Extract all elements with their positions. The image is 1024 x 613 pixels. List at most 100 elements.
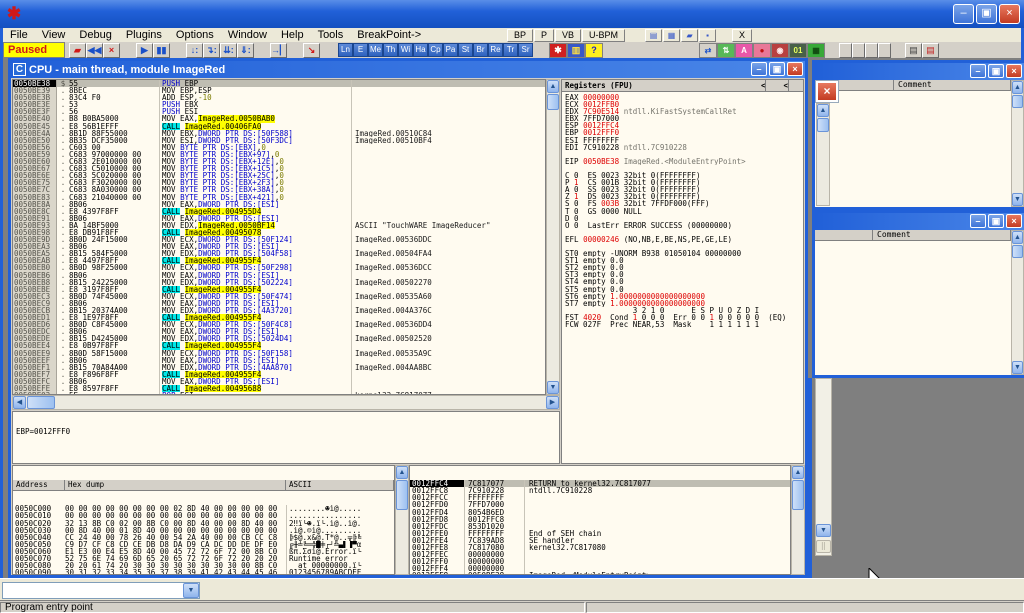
disasm-row[interactable]: 0050BE93.BA 14BF5000MOV EDX,ImageRed.005…: [13, 222, 545, 229]
assembler-icon[interactable]: A: [735, 43, 753, 58]
stack-row[interactable]: 0012FFE47C839AD8SE handler: [410, 537, 790, 544]
comment-window-2-titlebar[interactable]: – ▣ ×: [815, 213, 1024, 230]
disasm-row[interactable]: 0050BE38$55PUSH EBP: [13, 80, 545, 87]
open-file-icon[interactable]: ▰: [69, 43, 86, 58]
stack-row[interactable]: 0012FFF000000000: [410, 558, 790, 565]
stack-row[interactable]: 0012FFD07FFD7000: [410, 501, 790, 508]
dump-row[interactable]: 0050C01000 00 00 00 00 00 00 00 00 00 00…: [13, 512, 394, 519]
disasm-row[interactable]: 0050BEF1.8B15 70A84A00MOV EDX,DWORD PTR …: [13, 364, 545, 371]
stack-row[interactable]: 0012FFEC00000000: [410, 551, 790, 558]
disasm-row[interactable]: 0050BEBE.E8 3197F8FFCALL ImageRed.004955…: [13, 286, 545, 293]
minimize-button[interactable]: –: [970, 64, 986, 78]
scroll-up-icon[interactable]: ▲: [1012, 231, 1023, 244]
view-button-th[interactable]: Th: [383, 43, 398, 57]
disasm-row[interactable]: 0050BEC3.8B0D 74F45000MOV ECX,DWORD PTR …: [13, 293, 545, 300]
disasm-row[interactable]: 0050BED1.E8 1E97F8FFCALL ImageRed.004955…: [13, 314, 545, 321]
scroll-thumb[interactable]: [27, 396, 55, 409]
stack-row[interactable]: 0012FFD48054B6ED: [410, 509, 790, 516]
empty-button[interactable]: [839, 43, 852, 58]
disasm-row[interactable]: 0050BEFE.E8 8597F8FFCALL ImageRed.004956…: [13, 385, 545, 392]
empty-button[interactable]: [852, 43, 865, 58]
disasm-row[interactable]: 0050BE39.8BECMOV EBP,ESP: [13, 87, 545, 94]
maximize-button[interactable]: ▣: [988, 214, 1004, 228]
comment-window-1-titlebar[interactable]: – ▣ ×: [815, 63, 1024, 80]
menu-item-help[interactable]: Help: [274, 28, 311, 42]
disasm-row[interactable]: 0050BE4A.8B1D 88F55000MOV EBX,DWORD PTR …: [13, 130, 545, 137]
scroll-up-icon[interactable]: ▲: [396, 466, 408, 479]
scroll-left-icon[interactable]: ◀: [13, 396, 26, 409]
disasm-row[interactable]: 0050BED6.8B0D C8F45000MOV ECX,DWORD PTR …: [13, 321, 545, 328]
disasm-row[interactable]: 0050BEE4.E8 0B97F8FFCALL ImageRed.004955…: [13, 342, 545, 349]
scroll-thumb[interactable]: [396, 480, 408, 510]
disasm-row[interactable]: 0050BE75.C683 F3020000 00MOV BYTE PTR DS…: [13, 179, 545, 186]
spiral-icon[interactable]: ◉: [771, 43, 789, 58]
disasm-row[interactable]: 0050BE3E.53PUSH EBX: [13, 101, 545, 108]
disasm-row[interactable]: 0050BE8C.E8 4397F8FFCALL ImageRed.004955…: [13, 208, 545, 215]
step-over-icon[interactable]: ↴:: [203, 43, 220, 58]
view-button-pa[interactable]: Pa: [443, 43, 458, 57]
view-button-sr[interactable]: Sr: [518, 43, 533, 57]
scrollbar[interactable]: ▼ ⣿: [815, 378, 832, 556]
minimize-button[interactable]: –: [970, 214, 986, 228]
view-button-me[interactable]: Me: [368, 43, 383, 57]
binary-icon[interactable]: 01: [789, 43, 807, 58]
menubar-button-vb[interactable]: VB: [555, 29, 581, 42]
stack-row[interactable]: 0012FFE0FFFFFFFFEnd of SEH chain: [410, 530, 790, 537]
scroll-thumb[interactable]: [1012, 245, 1023, 258]
disasm-row[interactable]: 0050BE59.C683 97000000 00MOV BYTE PTR DS…: [13, 151, 545, 158]
stack-row[interactable]: 0012FFC47C817077RETURN to kernel32.7C817…: [410, 480, 790, 487]
close-icon[interactable]: ×: [1006, 64, 1022, 78]
disasm-row[interactable]: 0050BEA5.8B15 584F5000MOV EDX,DWORD PTR …: [13, 250, 545, 257]
dump-scrollbar[interactable]: ▲: [395, 465, 409, 575]
dump-row[interactable]: 0050C09030 31 32 33 34 35 36 37 38 39 41…: [13, 569, 394, 575]
view-button-re[interactable]: Re: [488, 43, 503, 57]
disasm-row[interactable]: 0050BE7C.C683 8A030000 00MOV BYTE PTR DS…: [13, 186, 545, 193]
menu-item-debug[interactable]: Debug: [72, 28, 118, 42]
disasm-row[interactable]: 0050BEAB.E8 4497F8FFCALL ImageRed.004955…: [13, 257, 545, 264]
menu-item-plugins[interactable]: Plugins: [119, 28, 169, 42]
registers-pane[interactable]: Registers (FPU) << EAX 00000000ECX 0012F…: [561, 79, 804, 464]
disasm-row[interactable]: 0050BE98.E8 DB91F8FFCALL ImageRed.004950…: [13, 229, 545, 236]
menu-item-window[interactable]: Window: [221, 28, 274, 42]
empty-button[interactable]: [878, 43, 891, 58]
close-icon[interactable]: ×: [787, 62, 803, 76]
dump-row[interactable]: 0050C040CC 24 40 00 78 26 40 00 54 2A 40…: [13, 534, 394, 541]
disasm-row[interactable]: 0050BEF7.E8 F896F8FFCALL ImageRed.004955…: [13, 371, 545, 378]
dump-row[interactable]: 0050C02032 13 8B C0 02 00 8B C0 00 8D 40…: [13, 520, 394, 527]
scroll-up-icon[interactable]: ▲: [792, 466, 804, 479]
view-button-cp[interactable]: Cp: [428, 43, 443, 57]
disasm-row[interactable]: 0050BEB8.8B15 24225000MOV EDX,DWORD PTR …: [13, 279, 545, 286]
disasm-row[interactable]: 0050BE60.C683 2E010000 00MOV BYTE PTR DS…: [13, 158, 545, 165]
scroll-thumb[interactable]: [792, 480, 804, 510]
disasm-row[interactable]: 0050BEB0.8B0D 98F25000MOV ECX,DWORD PTR …: [13, 264, 545, 271]
sort-icon[interactable]: ⇅: [717, 43, 735, 58]
disasm-row[interactable]: 0050BEB6.8B06MOV EAX,DWORD PTR DS:[ESI]: [13, 272, 545, 279]
appearance-icon[interactable]: ▥: [567, 43, 585, 58]
disasm-row[interactable]: 0050BEDE.8B15 D4245000MOV EDX,DWORD PTR …: [13, 335, 545, 342]
scroll-down-icon[interactable]: ▼: [547, 381, 559, 394]
disassembly-vscrollbar[interactable]: ▲ ▼: [546, 79, 560, 395]
log-icon[interactable]: ▤: [645, 29, 662, 42]
record-icon[interactable]: ●: [753, 43, 771, 58]
minimize-button[interactable]: –: [953, 4, 974, 24]
disasm-row[interactable]: 0050BE6E.C683 5C020000 00MOV BYTE PTR DS…: [13, 172, 545, 179]
scroll-down-icon[interactable]: ▼: [816, 524, 831, 537]
close-program-icon[interactable]: ×: [103, 43, 120, 58]
disasm-row[interactable]: 0050BE67.C683 C5010000 00MOV BYTE PTR DS…: [13, 165, 545, 172]
stack-row[interactable]: 0012FFF80050BE38ImageRed.<ModuleEntryPoi…: [410, 572, 790, 575]
disasm-row[interactable]: 0050BE83.C683 21040000 00MOV BYTE PTR DS…: [13, 194, 545, 201]
view-button-ln[interactable]: Ln: [338, 43, 353, 57]
registers-header-button[interactable]: <: [758, 80, 767, 91]
maximize-button[interactable]: ▣: [988, 64, 1004, 78]
view-button-tr[interactable]: Tr: [503, 43, 518, 57]
execute-till-return-icon[interactable]: →▏: [270, 43, 287, 58]
grid-icon[interactable]: ▦: [807, 43, 825, 58]
scroll-thumb[interactable]: [547, 94, 559, 110]
pause-icon[interactable]: ▮▮: [153, 43, 170, 58]
step-into-icon[interactable]: ↓:: [186, 43, 203, 58]
scroll-right-icon[interactable]: ▶: [546, 396, 559, 409]
restore-button[interactable]: ▣: [769, 62, 785, 76]
disasm-row[interactable]: 0050BE91.8B06MOV EAX,DWORD PTR DS:[ESI]: [13, 215, 545, 222]
close-button[interactable]: ×: [999, 4, 1020, 24]
disasm-row[interactable]: 0050BEA3.8B06MOV EAX,DWORD PTR DS:[ESI]: [13, 243, 545, 250]
